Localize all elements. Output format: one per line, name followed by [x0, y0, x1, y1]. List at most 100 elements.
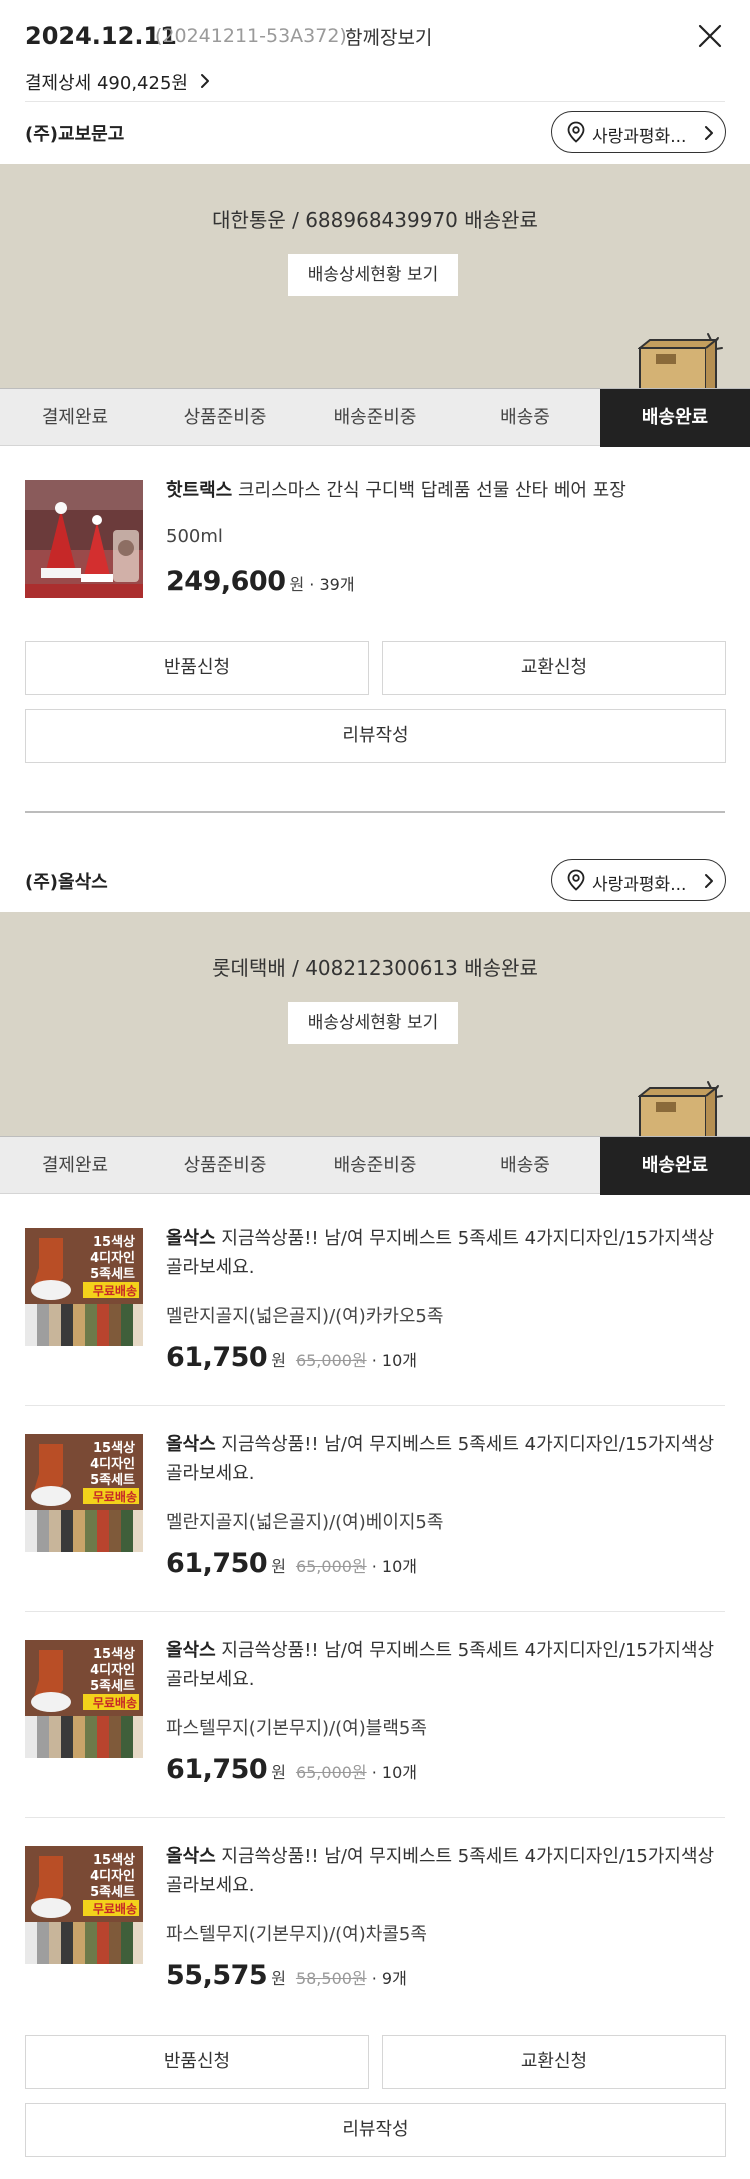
step-preparing-goods: 상품준비중	[183, 1155, 267, 1176]
currency-label: 원	[271, 1351, 286, 1370]
original-price: 65,000원	[295, 1763, 367, 1782]
shipping-detail-button[interactable]: 배송상세현황 보기	[288, 254, 458, 296]
step-in-transit: 배송중	[500, 407, 550, 428]
payment-detail-link[interactable]: 결제상세 490,425원	[25, 69, 188, 95]
section-divider	[25, 811, 725, 813]
chevron-right-icon	[705, 126, 713, 140]
product-brand: 올삭스	[166, 1846, 216, 1867]
step-preparing-shipping: 배송준비중	[333, 1155, 417, 1176]
location-pin-icon	[567, 869, 585, 891]
thumb-text: 15색상	[93, 1235, 135, 1250]
exchange-request-button[interactable]: 교환신청	[382, 641, 726, 695]
thumb-text: 5족세트	[90, 1885, 135, 1900]
close-icon[interactable]	[696, 22, 724, 50]
product-option: 파스텔무지(기본무지)/(여)차콜5족	[166, 1924, 427, 1945]
thumb-text: 15색상	[93, 1441, 135, 1456]
order-header: 2024.12.11 (20241211-53A372) 함께장보기 결제상세 …	[0, 0, 750, 102]
product-option: 멜란지골지(넓은골지)/(여)베이지5족	[166, 1512, 444, 1533]
thumb-text: 15색상	[93, 1853, 135, 1868]
product-name: 지금쓱상품!! 남/여 무지베스트 5족세트 4가지디자인/15가지색상 골라보…	[166, 1434, 715, 1484]
product-price-row: 61,750 원 65,000원 · 10개	[166, 1754, 417, 1785]
original-price: 58,500원	[295, 1969, 367, 1988]
step-in-transit: 배송중	[500, 1155, 550, 1176]
product-item[interactable]: 15색상 4디자인 5족세트 무료배송 올삭스 지금쓱상품!! 남/여 무지베스…	[0, 1406, 750, 1612]
product-title: 올삭스 지금쓱상품!! 남/여 무지베스트 5족세트 4가지디자인/15가지색상…	[166, 1636, 726, 1694]
product-price-row: 55,575 원 58,500원 · 9개	[166, 1960, 407, 1991]
thumb-text: 4디자인	[90, 1250, 135, 1266]
chevron-right-icon	[201, 74, 209, 88]
product-price: 55,575	[166, 1960, 268, 1991]
step-payment-done: 결제완료	[41, 407, 109, 428]
product-thumbnail: 15색상 4디자인 5족세트 무료배송	[25, 1640, 143, 1758]
product-name: 지금쓱상품!! 남/여 무지베스트 5족세트 4가지디자인/15가지색상 골라보…	[166, 1846, 715, 1896]
product-price: 61,750	[166, 1342, 268, 1373]
product-thumbnail: 15색상 4디자인 5족세트 무료배송	[25, 1846, 143, 1964]
write-review-button[interactable]: 리뷰작성	[25, 709, 726, 763]
donate-label: 사랑과평화...	[592, 875, 687, 895]
product-item[interactable]: 15색상 4디자인 5족세트 무료배송 올삭스 지금쓱상품!! 남/여 무지베스…	[0, 1194, 750, 1406]
chevron-right-icon	[705, 874, 713, 888]
return-request-button[interactable]: 반품신청	[25, 2035, 369, 2089]
product-option: 500ml	[166, 526, 223, 547]
product-option: 멜란지골지(넓은골지)/(여)카카오5족	[166, 1306, 444, 1327]
currency-label: 원	[271, 1557, 286, 1576]
thumb-text: 무료배송	[93, 1489, 137, 1504]
product-thumbnail: 15색상 4디자인 5족세트 무료배송	[25, 1434, 143, 1552]
product-thumbnail	[25, 480, 143, 598]
product-price: 249,600	[166, 566, 286, 597]
product-item[interactable]: 15색상 4디자인 5족세트 무료배송 올삭스 지금쓱상품!! 남/여 무지베스…	[0, 1818, 750, 2018]
shipping-status-banner: 대한통운 / 688968439970 배송완료 배송상세현황 보기	[0, 164, 750, 392]
product-option: 파스텔무지(기본무지)/(여)블랙5족	[166, 1718, 427, 1739]
product-price-row: 249,600 원 · 39개	[166, 566, 355, 597]
step-delivered: 배송완료	[600, 1137, 750, 1195]
thumb-text: 4디자인	[90, 1662, 135, 1678]
carrier-tracking-status: 대한통운 / 688968439970 배송완료	[212, 208, 538, 232]
together-shopping-label: 함께장보기	[345, 27, 433, 49]
shipping-detail-button[interactable]: 배송상세현황 보기	[288, 1002, 458, 1044]
order-code: (20241211-53A372)	[155, 25, 347, 47]
product-brand: 핫트랙스	[166, 480, 233, 501]
product-thumbnail: 15색상 4디자인 5족세트 무료배송	[25, 1228, 143, 1346]
write-review-button[interactable]: 리뷰작성	[25, 2103, 726, 2157]
product-title: 올삭스 지금쓱상품!! 남/여 무지베스트 5족세트 4가지디자인/15가지색상…	[166, 1842, 726, 1900]
product-price: 61,750	[166, 1754, 268, 1785]
seller-name: (주)교보문고	[25, 124, 125, 145]
product-quantity: · 9개	[366, 1969, 407, 1988]
delivery-steps: 결제완료 상품준비중 배송준비중 배송중 배송완료	[0, 388, 750, 447]
product-brand: 올삭스	[166, 1228, 216, 1249]
product-name: 크리스마스 간식 구디백 답례품 선물 산타 베어 포장	[232, 480, 626, 501]
product-title: 올삭스 지금쓱상품!! 남/여 무지베스트 5족세트 4가지디자인/15가지색상…	[166, 1224, 726, 1282]
donate-button[interactable]: 사랑과평화...	[551, 859, 726, 901]
thumb-text: 15색상	[93, 1647, 135, 1662]
thumb-text: 5족세트	[90, 1267, 135, 1282]
product-name: 지금쓱상품!! 남/여 무지베스트 5족세트 4가지디자인/15가지색상 골라보…	[166, 1640, 715, 1690]
thumb-text: 5족세트	[90, 1679, 135, 1694]
donate-button[interactable]: 사랑과평화...	[551, 111, 726, 153]
step-preparing-shipping: 배송준비중	[333, 407, 417, 428]
seller-name: (주)올삭스	[25, 872, 108, 893]
delivery-steps: 결제완료 상품준비중 배송준비중 배송중 배송완료	[0, 1136, 750, 1195]
carrier-tracking-status: 롯데택배 / 408212300613 배송완료	[212, 956, 538, 980]
exchange-request-button[interactable]: 교환신청	[382, 2035, 726, 2089]
currency-label: 원	[289, 575, 305, 594]
product-quantity: · 39개	[304, 575, 355, 594]
order-detail-page: 2024.12.11 (20241211-53A372) 함께장보기 결제상세 …	[0, 0, 750, 2179]
step-delivered: 배송완료	[600, 389, 750, 447]
location-pin-icon	[567, 121, 585, 143]
currency-label: 원	[271, 1969, 286, 1988]
thumb-text: 무료배송	[93, 1901, 137, 1916]
step-payment-done: 결제완료	[41, 1155, 109, 1176]
product-item[interactable]: 핫트랙스 크리스마스 간식 구디백 답례품 선물 산타 베어 포장 500ml …	[0, 446, 750, 616]
product-price-row: 61,750 원 65,000원 · 10개	[166, 1342, 417, 1373]
return-request-button[interactable]: 반품신청	[25, 641, 369, 695]
product-price-row: 61,750 원 65,000원 · 10개	[166, 1548, 417, 1579]
product-item[interactable]: 15색상 4디자인 5족세트 무료배송 올삭스 지금쓱상품!! 남/여 무지베스…	[0, 1612, 750, 1818]
seller-row: (주)교보문고 사랑과평화...	[0, 102, 750, 164]
thumb-text: 4디자인	[90, 1868, 135, 1884]
donate-label: 사랑과평화...	[592, 127, 687, 147]
delivered-box-icon	[638, 333, 723, 392]
thumb-text: 무료배송	[93, 1283, 137, 1298]
original-price: 65,000원	[295, 1351, 367, 1370]
thumb-text: 무료배송	[93, 1695, 137, 1710]
product-quantity: · 10개	[366, 1351, 417, 1370]
